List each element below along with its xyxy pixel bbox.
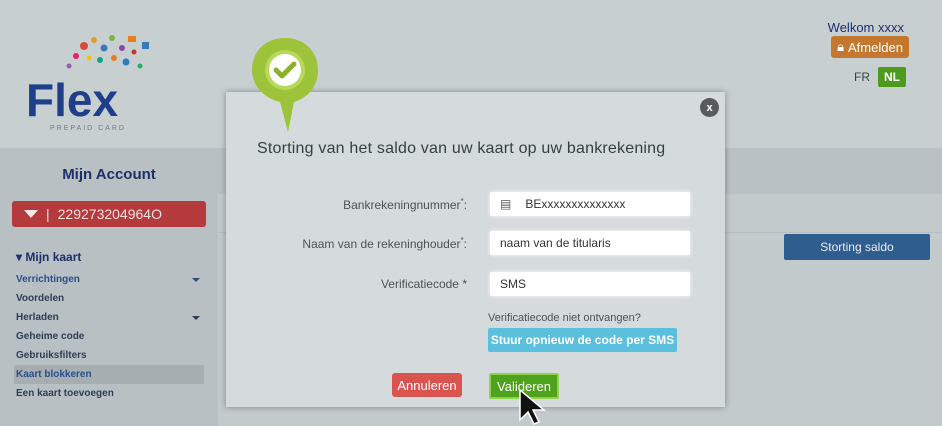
holder-row: Naam van de rekeninghouder*: naam van de… [226,231,725,255]
triangle-down-icon: ▾ [16,250,23,264]
language-switch: FR NL [852,67,906,87]
bank-account-value: BExxxxxxxxxxxxxx [525,197,626,211]
account-title: Mijn Account [62,166,156,183]
verification-value: SMS [500,277,527,291]
verification-row: Verificatiecode * SMS [226,272,725,296]
mouse-pointer-icon [519,388,547,425]
sidebar-item-label: Gebruiksfilters [16,350,87,361]
chevron-down-icon [192,316,200,320]
card-selector[interactable]: | 229273204964O [12,201,206,227]
holder-input[interactable]: naam van de titularis [490,231,690,255]
logout-label: Afmelden [848,39,903,55]
sidebar-item-label: Kaart blokkeren [16,369,92,380]
cancel-button[interactable]: Annuleren [392,373,462,397]
storting-saldo-button[interactable]: Storting saldo [784,234,930,260]
sidebar-item-voordelen[interactable]: Voordelen [16,289,204,308]
divider: | [46,206,50,222]
sidebar-item-label: Een kaart toevoegen [16,388,114,399]
lock-icon: 🔒︎ [837,39,844,54]
card-icon: ▤ [500,197,512,211]
section-title: Mijn kaart [25,250,82,264]
sidebar-item-herladen[interactable]: Herladen [16,308,204,327]
code-hint: Verificatiecode niet ontvangen? [488,312,641,324]
sidebar-item-label: Geheime code [16,331,85,342]
sidebar-item-label: Herladen [16,312,59,323]
holder-label: Naam van de rekeninghouder*: [302,236,467,251]
flex-logo[interactable]: Flex PREPAID CARD [14,18,164,138]
sidebar-item-gebruiksfilters[interactable]: Gebruiksfilters [16,346,204,365]
welcome-text: Welkom xxxx [827,20,904,35]
card-number: 229273204964O [57,206,162,222]
chevron-down-icon [24,210,38,218]
svg-text:Flex: Flex [26,74,118,126]
sidebar-item-kaart-blokkeren[interactable]: Kaart blokkeren [14,365,204,384]
lang-fr[interactable]: FR [852,67,872,87]
close-button[interactable]: x [700,98,719,117]
sidebar-item-een-kaart-toevoegen[interactable]: Een kaart toevoegen [16,384,204,403]
deposit-modal: x Storting van het saldo van uw kaart op… [226,92,725,407]
resend-sms-button[interactable]: Stuur opnieuw de code per SMS [488,328,677,352]
sidebar-item-verrichtingen[interactable]: Verrichtingen [16,270,204,289]
holder-value: naam van de titularis [500,236,611,250]
logout-button[interactable]: 🔒︎ Afmelden [831,36,909,58]
sidebar-item-label: Voordelen [16,293,65,304]
verification-label: Verificatiecode * [380,277,467,291]
svg-text:PREPAID CARD: PREPAID CARD [50,125,126,132]
chevron-down-icon [192,278,200,282]
checkmark-badge-icon [252,38,318,132]
lang-nl[interactable]: NL [878,67,906,87]
sidebar-item-label: Verrichtingen [16,274,80,285]
section-mijn-kaart[interactable]: ▾ Mijn kaart [16,250,204,264]
bank-account-input[interactable]: ▤ BExxxxxxxxxxxxxx [490,192,690,216]
sidebar-item-geheime-code[interactable]: Geheime code [16,327,204,346]
modal-title: Storting van het saldo van uw kaart op u… [257,140,666,157]
bank-account-label: Bankrekeningnummer*: [343,197,467,212]
verification-input[interactable]: SMS [490,272,690,296]
confetti-icon [66,35,149,69]
bank-account-row: Bankrekeningnummer*: ▤ BExxxxxxxxxxxxxx [226,192,725,216]
page: Flex PREPAID CARD Welkom xxxx 🔒︎ Afmelde… [0,0,942,426]
sidebar-menu: ▾ Mijn kaart Verrichtingen Voordelen Her… [14,250,204,403]
